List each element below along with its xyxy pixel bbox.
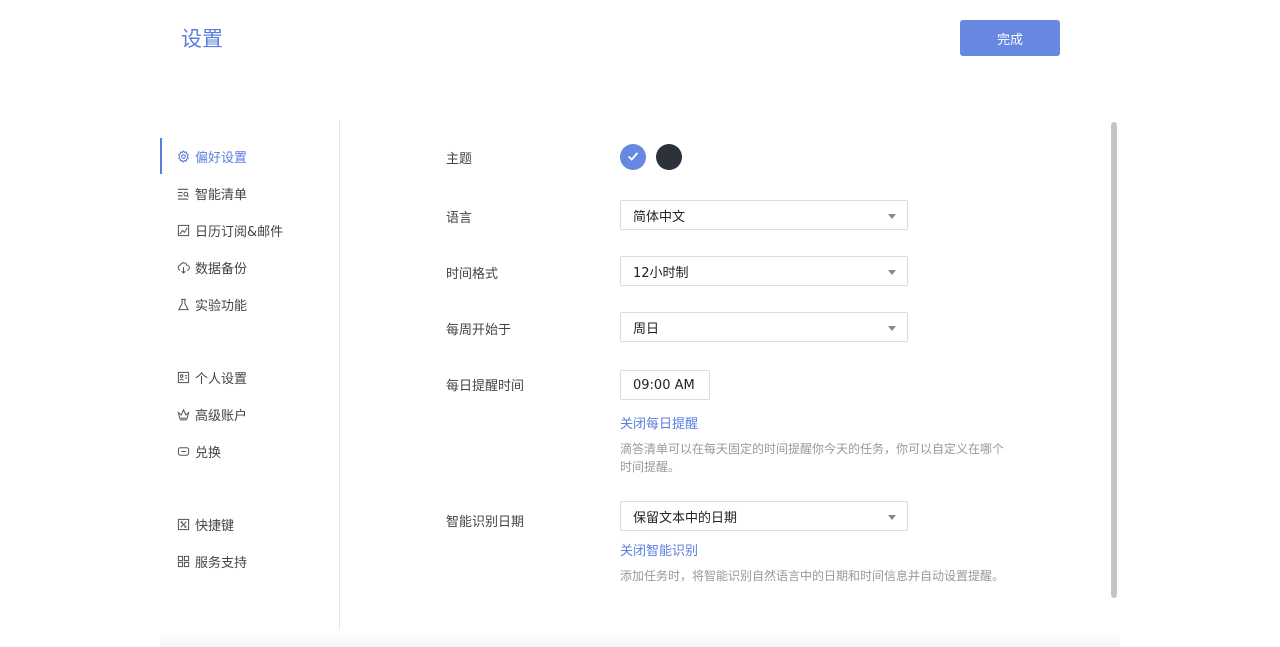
keyboard-icon [176,517,190,531]
cloud-icon [176,260,190,274]
sidebar-item-premium[interactable]: 高级账户 [160,396,339,432]
done-button[interactable]: 完成 [960,20,1060,56]
sidebar-item-shortcuts[interactable]: 快捷键 [160,506,339,542]
sidebar-item-labs[interactable]: 实验功能 [160,286,339,322]
flask-icon [176,297,190,311]
sidebar-item-redeem[interactable]: 兑换 [160,433,339,469]
sidebar-item-label: 智能清单 [195,187,248,203]
content-scrollbar[interactable] [1111,122,1117,598]
page-title: 设置 [181,27,223,51]
daily-reminder-time-value: 09:00 AM [633,377,695,393]
chevron-down-icon [888,326,896,331]
crown-icon [176,407,190,421]
smart-date-value: 保留文本中的日期 [633,510,738,526]
sidebar-item-support[interactable]: 服务支持 [160,543,339,579]
sidebar-item-label: 快捷键 [195,518,235,534]
daily-reminder-label: 每日提醒时间 [446,379,525,394]
disable-smart-date-link[interactable]: 关闭智能识别 [620,540,698,559]
gear-icon [176,149,190,163]
disable-daily-reminder-link[interactable]: 关闭每日提醒 [620,413,698,432]
profile-card-icon [176,370,190,384]
calendar-mail-icon [176,223,190,237]
grid-icon [176,554,190,568]
smart-list-icon [176,186,190,200]
sidebar-item-label: 数据备份 [195,261,248,277]
daily-reminder-description: 滴答清单可以在每天固定的时间提醒你今天的任务，你可以自定义在哪个时间提醒。 [620,442,1005,474]
week-start-select[interactable]: 周日 [620,312,908,342]
smart-date-select[interactable]: 保留文本中的日期 [620,501,908,531]
chevron-down-icon [888,214,896,219]
smart-date-description: 添加任务时，将智能识别自然语言中的日期和时间信息并自动设置提醒。 [620,569,1005,583]
time-format-value: 12小时制 [633,265,689,281]
sidebar-item-label: 偏好设置 [195,150,248,166]
smart-date-label: 智能识别日期 [446,515,525,530]
sidebar-item-label: 个人设置 [195,371,248,387]
preferences-panel: 主题 语言 简体中文 时间格式 12小时制 每周开始于 周日 每日提醒时间 09… [340,120,1110,630]
week-start-label: 每周开始于 [446,323,512,338]
ticket-icon [176,444,190,458]
checkmark-icon [626,148,640,167]
sidebar-item-preferences[interactable]: 偏好设置 [160,138,339,174]
window-bottom-shadow [160,632,1120,647]
chevron-down-icon [888,270,896,275]
sidebar-item-backup[interactable]: 数据备份 [160,249,339,285]
sidebar-item-label: 实验功能 [195,298,248,314]
sidebar-item-label: 日历订阅&邮件 [195,224,284,240]
language-select[interactable]: 简体中文 [620,200,908,230]
sidebar-item-label: 兑换 [195,445,222,461]
time-format-label: 时间格式 [446,267,499,282]
theme-option-dark[interactable] [656,144,682,170]
sidebar-item-smart-list[interactable]: 智能清单 [160,175,339,211]
language-label: 语言 [446,211,473,226]
chevron-down-icon [888,515,896,520]
sidebar-item-label: 高级账户 [195,408,248,424]
time-format-select[interactable]: 12小时制 [620,256,908,286]
week-start-value: 周日 [633,321,660,337]
daily-reminder-time-input[interactable]: 09:00 AM [620,370,710,400]
theme-label: 主题 [446,152,473,167]
sidebar-item-calendar-mail[interactable]: 日历订阅&邮件 [160,212,339,248]
sidebar-item-profile[interactable]: 个人设置 [160,359,339,395]
theme-option-blue[interactable] [620,144,646,170]
sidebar-item-label: 服务支持 [195,555,248,571]
settings-sidebar: 偏好设置 智能清单 日历订阅&邮件 数据备份 实验功能 个人设置 高级账户 兑换… [160,120,340,630]
language-value: 简体中文 [633,209,686,225]
